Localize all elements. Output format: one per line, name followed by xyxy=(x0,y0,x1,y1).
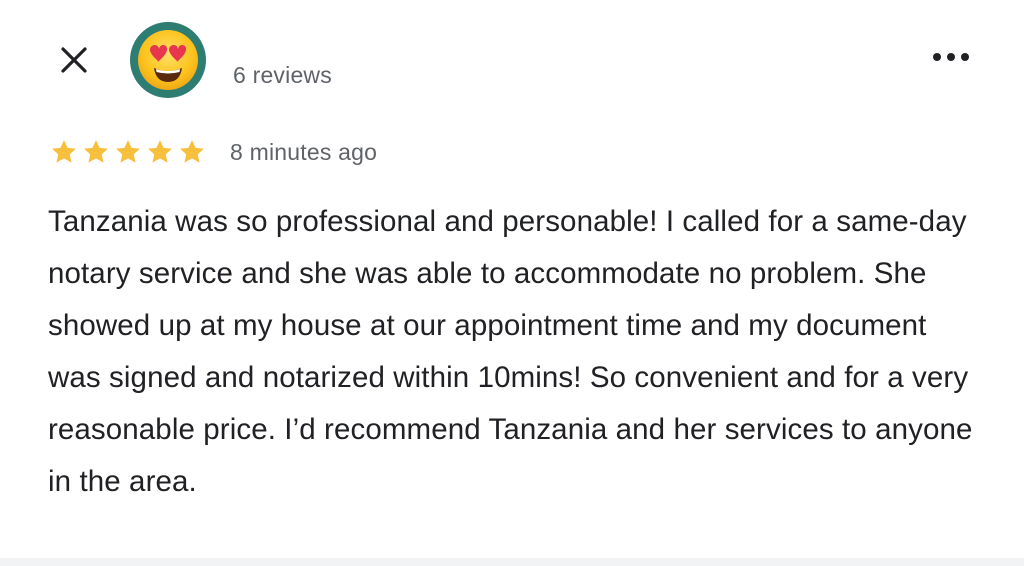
close-icon xyxy=(61,47,87,73)
star-icon xyxy=(84,140,108,163)
star-icon xyxy=(180,140,204,163)
divider xyxy=(0,558,1024,566)
star-icon xyxy=(116,140,140,163)
rating-row: 8 minutes ago xyxy=(48,132,377,172)
more-horizontal-icon xyxy=(933,53,969,61)
review-timestamp: 8 minutes ago xyxy=(230,138,378,165)
review-count: 6 reviews xyxy=(233,62,332,88)
star-icon xyxy=(52,140,76,163)
avatar[interactable] xyxy=(130,22,206,98)
star-rating xyxy=(48,137,208,167)
star-icon xyxy=(148,140,172,163)
heart-eyes-emoji-icon xyxy=(138,30,198,90)
more-options-button[interactable] xyxy=(926,40,976,74)
review-body: Tanzania was so professional and persona… xyxy=(48,205,973,498)
close-button[interactable] xyxy=(52,38,96,82)
